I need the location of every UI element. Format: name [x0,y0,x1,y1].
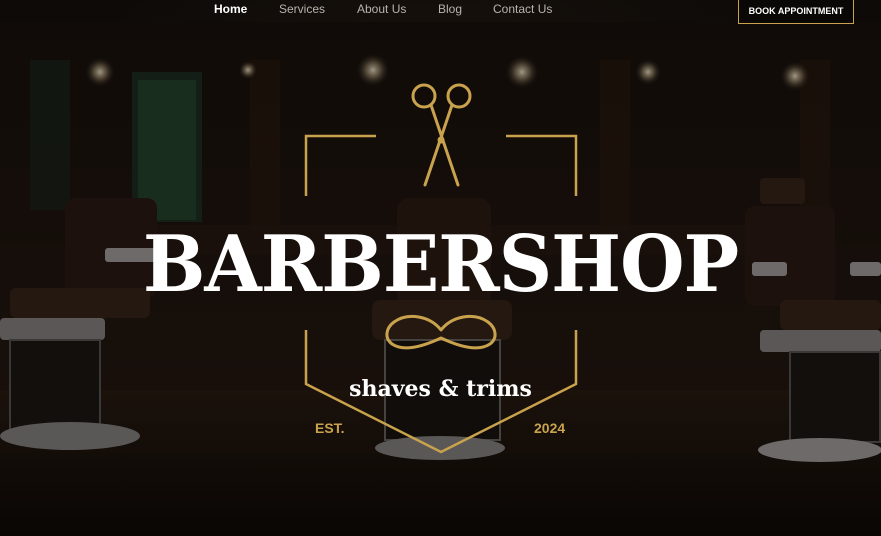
hero-section: Home Services About Us Blog Contact Us B… [0,0,881,536]
established-year: 2024 [534,420,566,436]
mustache-icon [385,314,497,350]
established-label: EST. [315,420,345,436]
tagline: shaves & trims [349,376,532,402]
brand-title: BARBERSHOP [142,219,739,311]
scissors-icon [411,83,472,187]
